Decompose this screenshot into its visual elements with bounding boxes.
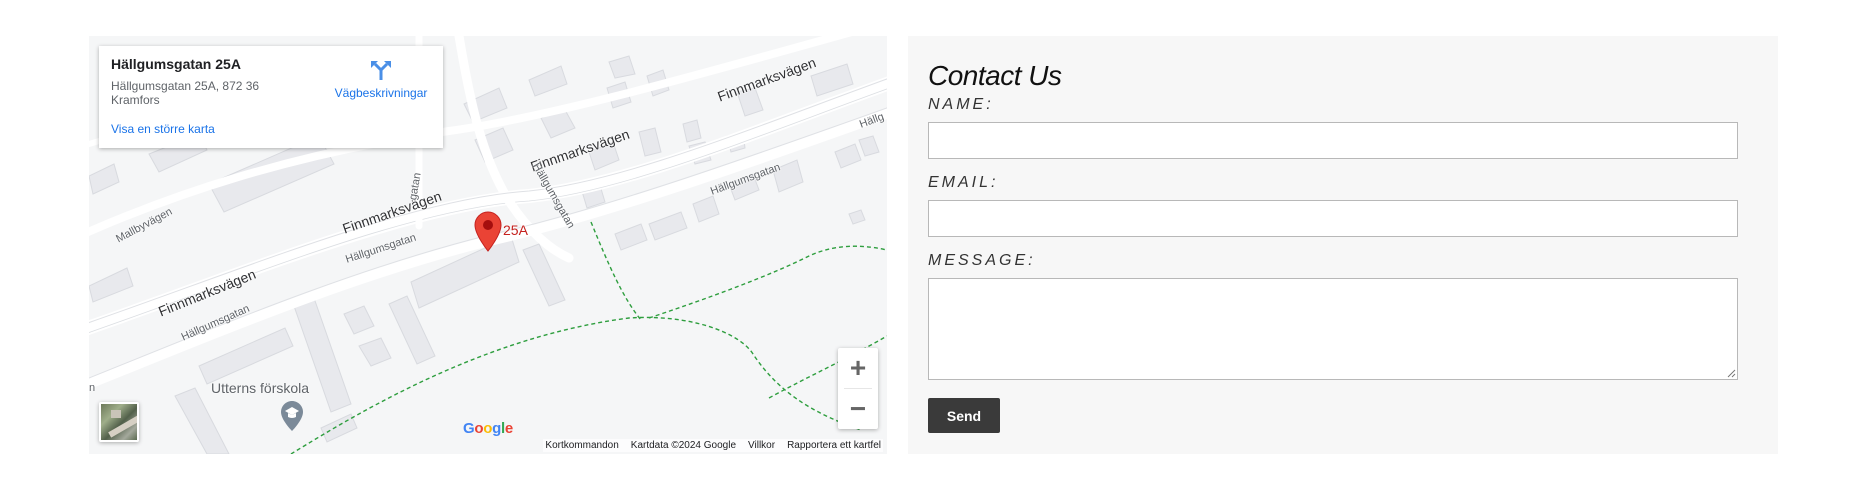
keyboard-shortcuts-link[interactable]: Kortkommandon xyxy=(545,440,618,451)
place-info-card: Hällgumsgatan 25A Hällgumsgatan 25A, 872… xyxy=(99,46,443,148)
report-error-link[interactable]: Rapportera ett kartfel xyxy=(787,440,881,451)
email-label: EMAIL: xyxy=(928,174,999,191)
map-embed[interactable]: Finnmarksvägen Finnmarksvägen Finnmarksv… xyxy=(89,36,887,454)
location-marker-icon[interactable] xyxy=(474,211,502,253)
message-textarea[interactable] xyxy=(928,278,1738,380)
zoom-control: + − xyxy=(838,348,878,429)
contact-panel: Contact Us NAME: EMAIL: MESSAGE: Send xyxy=(908,36,1778,454)
marker-label: 25A xyxy=(503,222,528,238)
zoom-in-button[interactable]: + xyxy=(838,348,878,388)
school-icon[interactable] xyxy=(280,400,304,432)
send-button[interactable]: Send xyxy=(928,398,1000,433)
email-input[interactable] xyxy=(928,200,1738,237)
message-label: MESSAGE: xyxy=(928,252,1036,269)
directions-button[interactable]: Vägbeskrivningar xyxy=(331,58,431,100)
page: Finnmarksvägen Finnmarksvägen Finnmarksv… xyxy=(0,0,1854,484)
zoom-out-button[interactable]: − xyxy=(838,389,878,429)
map-data-text: Kartdata ©2024 Google xyxy=(630,440,737,451)
terms-link[interactable]: Villkor xyxy=(748,440,775,451)
map-attribution: Kortkommandon Kartdata ©2024 Google Vill… xyxy=(543,439,883,452)
larger-map-link[interactable]: Visa en större karta xyxy=(111,122,215,136)
place-address: Hällgumsgatan 25A, 872 36 Kramfors xyxy=(111,79,260,107)
poi-label[interactable]: Utterns förskola xyxy=(211,380,309,396)
street-label: n xyxy=(89,382,96,394)
directions-label: Vägbeskrivningar xyxy=(334,86,428,100)
contact-title: Contact Us xyxy=(928,60,1062,91)
name-label: NAME: xyxy=(928,96,994,113)
satellite-layer-toggle[interactable] xyxy=(99,402,139,442)
google-logo: Google xyxy=(463,420,513,437)
resize-handle-icon[interactable] xyxy=(1727,369,1736,378)
name-input[interactable] xyxy=(928,122,1738,159)
directions-icon xyxy=(371,61,391,80)
